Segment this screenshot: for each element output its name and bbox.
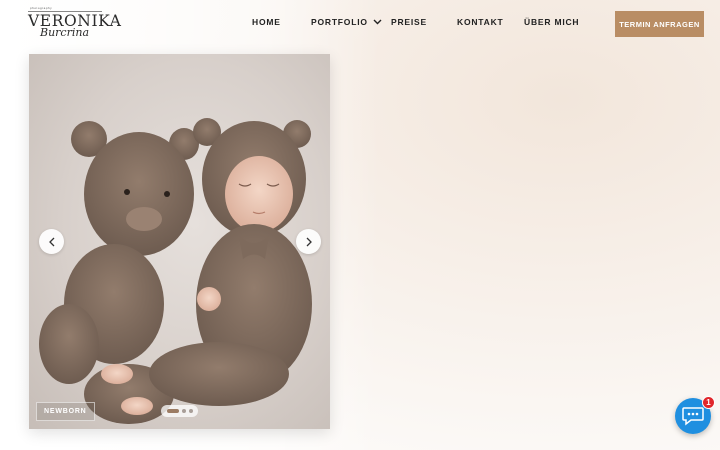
chat-bubble-icon [682,407,704,426]
portfolio-slider[interactable]: NEWBORN [29,54,330,429]
slider-next-button[interactable] [296,229,321,254]
brand-tagline: photography [30,6,53,10]
slider-prev-button[interactable] [39,229,64,254]
chevron-right-icon [306,237,312,246]
slider-dot[interactable] [181,409,186,413]
appointment-request-button[interactable]: TERMIN ANFRAGEN [615,11,704,37]
brand-logo[interactable]: photography VERONIKA Burcrina [28,6,121,42]
chevron-left-icon [48,237,54,246]
slide-caption: NEWBORN [36,402,95,421]
chat-notification-badge: 1 [702,396,715,409]
nav-kontakt[interactable]: KONTAKT [457,17,504,27]
nav-home[interactable]: HOME [252,17,281,27]
slider-dot[interactable] [166,409,179,413]
nav-portfolio[interactable]: PORTFOLIO [311,17,382,27]
nav-portfolio-label: PORTFOLIO [311,17,368,27]
nav-preise[interactable]: PREISE [391,17,427,27]
brand-script: Burcrina [40,26,90,39]
chevron-down-icon [373,19,382,25]
slider-pagination[interactable] [161,405,198,417]
nav-ueber-mich[interactable]: ÜBER MICH [524,17,579,27]
slider-dot[interactable] [188,409,193,413]
slide-image [39,118,312,424]
